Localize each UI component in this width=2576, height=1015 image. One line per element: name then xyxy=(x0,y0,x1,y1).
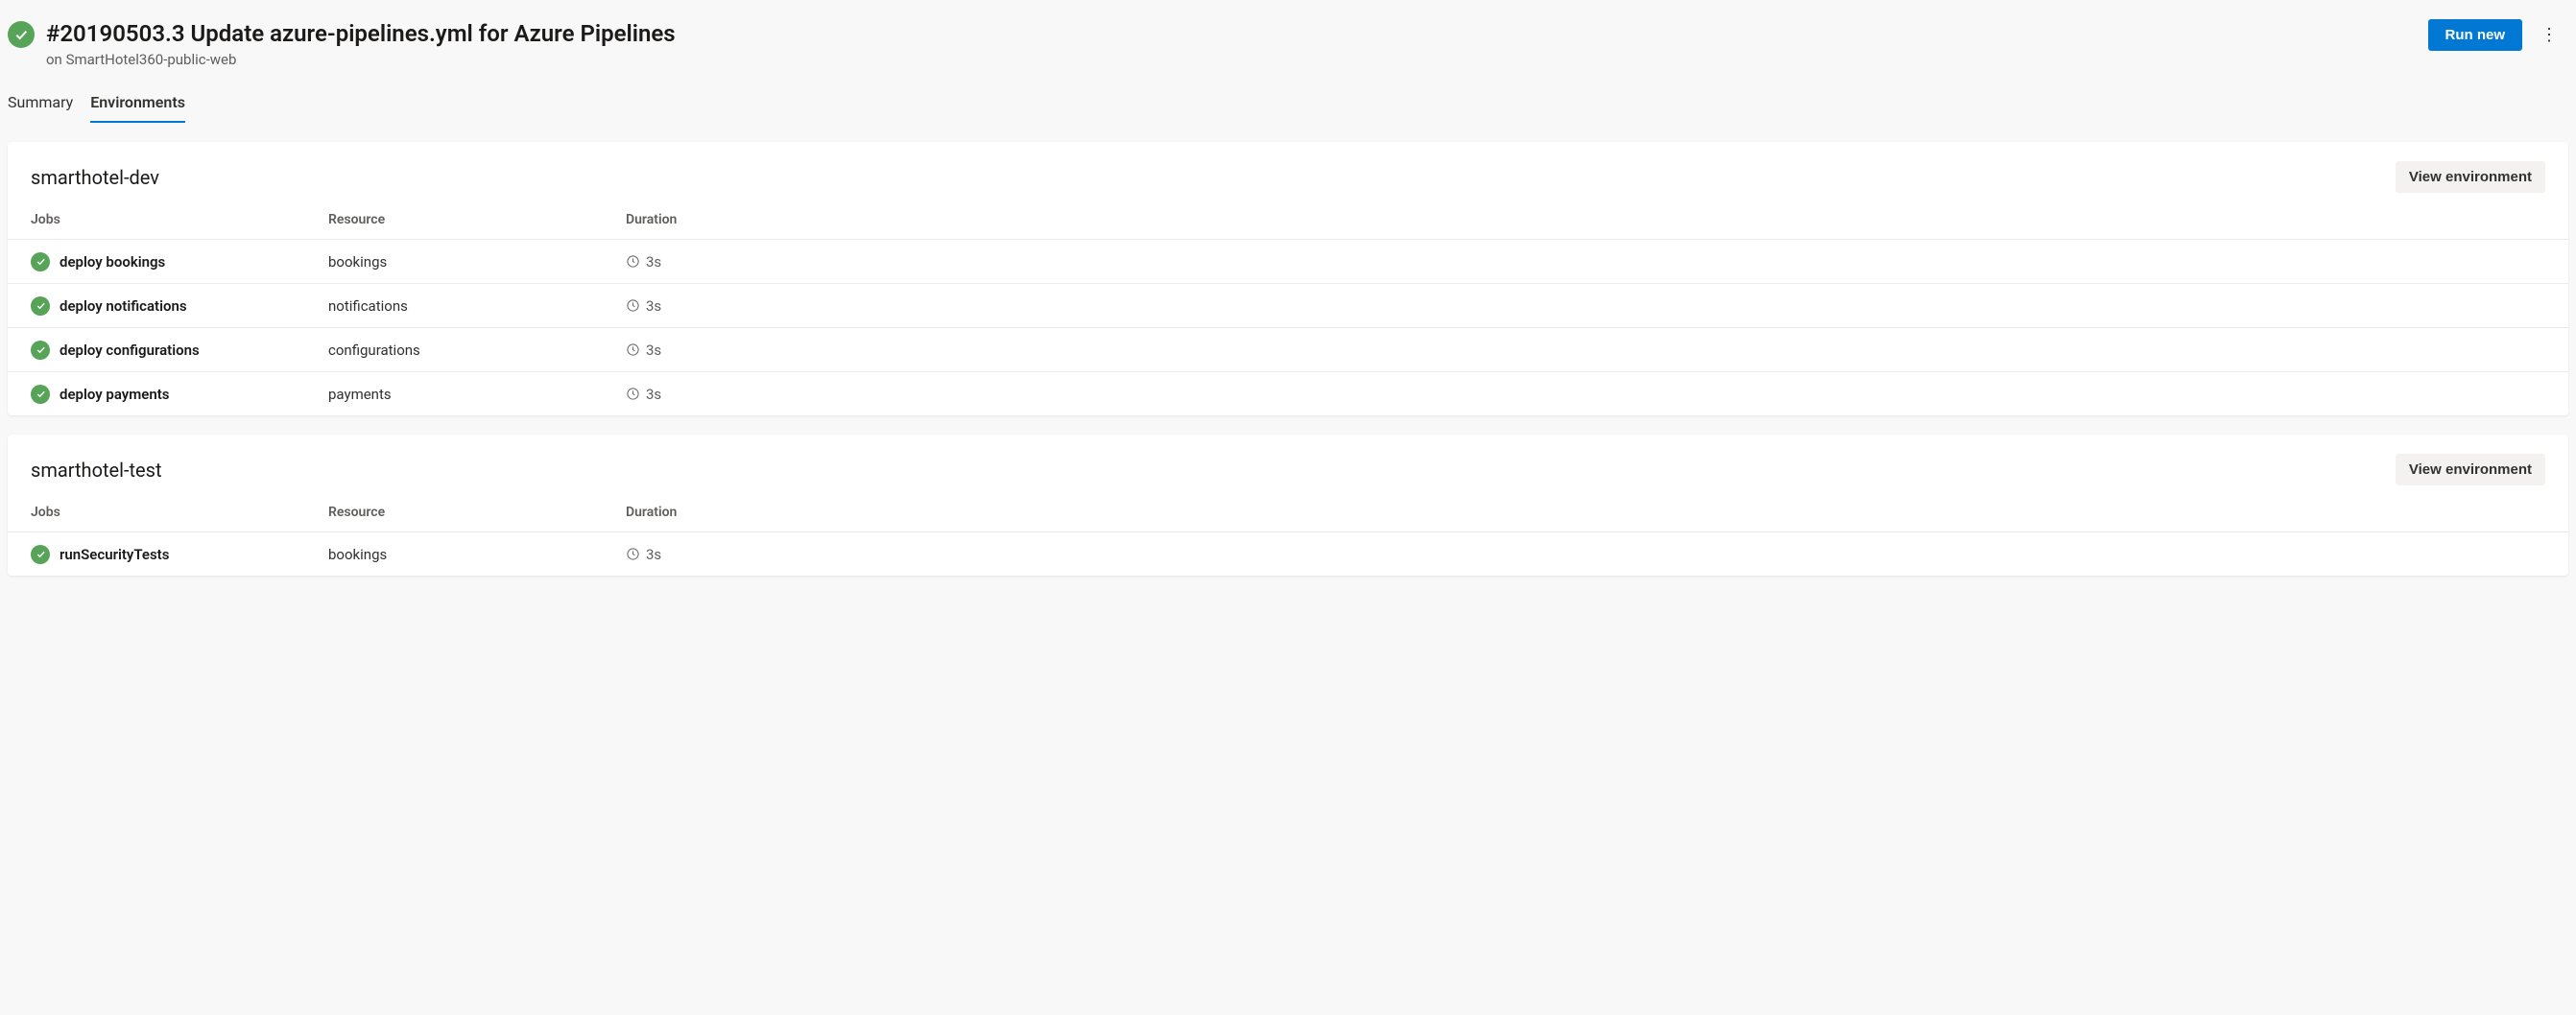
clock-icon xyxy=(626,254,640,269)
column-resource: Resource xyxy=(328,505,626,520)
duration-value: 3s xyxy=(646,546,661,563)
resource-name: payments xyxy=(328,386,626,403)
column-duration: Duration xyxy=(626,212,2545,227)
clock-icon xyxy=(626,387,640,401)
duration-value: 3s xyxy=(646,386,661,403)
duration-value: 3s xyxy=(646,342,661,359)
success-icon xyxy=(31,545,50,564)
table-header: Jobs Resource Duration xyxy=(8,193,2568,239)
success-icon xyxy=(31,341,50,360)
success-icon xyxy=(31,252,50,271)
job-name: deploy configurations xyxy=(60,342,200,359)
run-new-button[interactable]: Run new xyxy=(2428,19,2523,51)
view-environment-button[interactable]: View environment xyxy=(2396,454,2545,485)
more-vertical-icon: ⋮ xyxy=(2540,25,2558,45)
success-icon xyxy=(8,21,35,48)
tabs: Summary Environments xyxy=(8,85,2568,123)
column-resource: Resource xyxy=(328,212,626,227)
resource-name: bookings xyxy=(328,253,626,271)
job-name: runSecurityTests xyxy=(60,546,169,563)
environment-name: smarthotel-test xyxy=(31,459,162,482)
duration-value: 3s xyxy=(646,253,661,271)
environment-name: smarthotel-dev xyxy=(31,166,159,189)
success-icon xyxy=(31,385,50,404)
run-subtitle: on SmartHotel360-public-web xyxy=(46,51,676,68)
resource-name: notifications xyxy=(328,297,626,315)
resource-name: bookings xyxy=(328,546,626,563)
table-header: Jobs Resource Duration xyxy=(8,485,2568,531)
column-jobs: Jobs xyxy=(31,212,328,227)
run-title: #20190503.3 Update azure-pipelines.yml f… xyxy=(46,19,676,49)
job-name: deploy notifications xyxy=(60,297,187,315)
column-jobs: Jobs xyxy=(31,505,328,520)
environment-card: smarthotel-test View environment Jobs Re… xyxy=(8,435,2568,576)
table-row[interactable]: deploy payments payments 3s xyxy=(8,371,2568,415)
table-row[interactable]: deploy bookings bookings 3s xyxy=(8,239,2568,283)
column-duration: Duration xyxy=(626,505,2545,520)
more-actions-button[interactable]: ⋮ xyxy=(2534,20,2564,51)
table-row[interactable]: deploy notifications notifications 3s xyxy=(8,283,2568,327)
job-name: deploy payments xyxy=(60,386,169,403)
view-environment-button[interactable]: View environment xyxy=(2396,161,2545,193)
job-name: deploy bookings xyxy=(60,253,165,271)
clock-icon xyxy=(626,547,640,561)
clock-icon xyxy=(626,342,640,357)
table-row[interactable]: runSecurityTests bookings 3s xyxy=(8,531,2568,576)
duration-value: 3s xyxy=(646,297,661,315)
page-header: #20190503.3 Update azure-pipelines.yml f… xyxy=(8,8,2568,68)
resource-name: configurations xyxy=(328,342,626,359)
success-icon xyxy=(31,296,50,316)
environment-card: smarthotel-dev View environment Jobs Res… xyxy=(8,142,2568,415)
table-row[interactable]: deploy configurations configurations 3s xyxy=(8,327,2568,371)
clock-icon xyxy=(626,298,640,313)
tab-summary[interactable]: Summary xyxy=(8,85,73,123)
tab-environments[interactable]: Environments xyxy=(90,85,185,123)
